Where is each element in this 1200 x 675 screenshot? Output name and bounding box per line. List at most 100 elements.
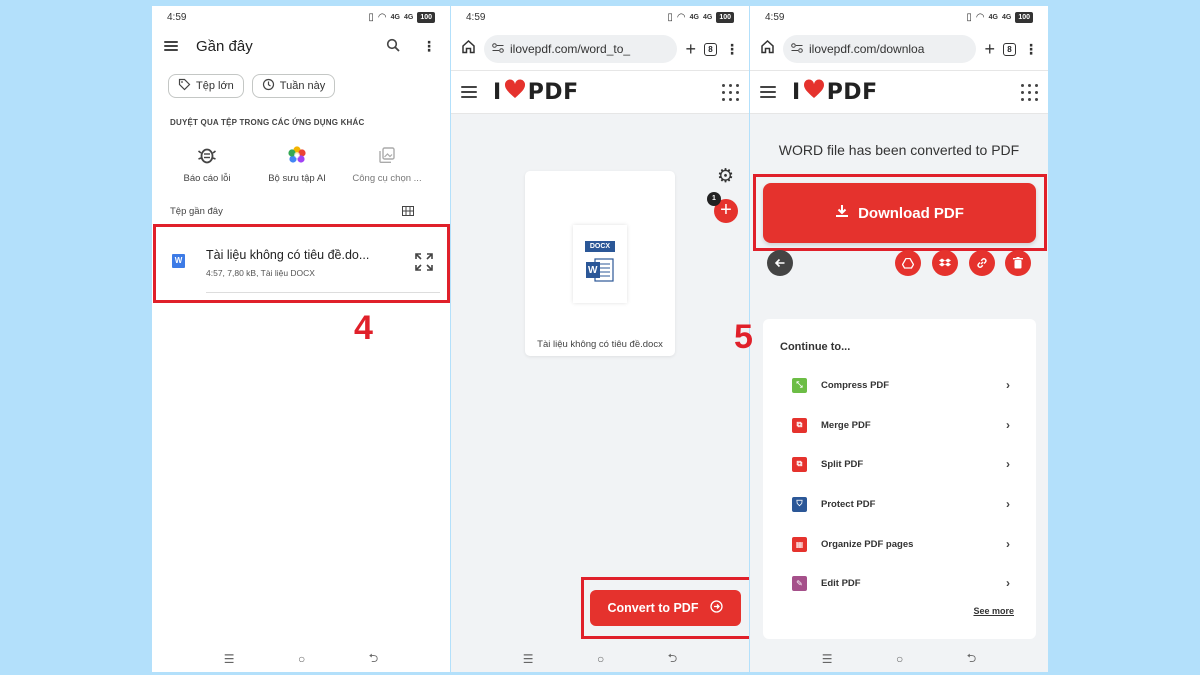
tool-compress-pdf[interactable]: ⤡ Compress PDF › [792, 375, 1010, 395]
signal-icon-2: 4G [403, 13, 414, 21]
dropbox-button[interactable] [932, 250, 958, 276]
google-drive-button[interactable] [895, 250, 921, 276]
back-nav-icon[interactable]: ⮌ [668, 649, 678, 670]
app-bug-report[interactable]: Báo cáo lỗi [162, 143, 252, 184]
section-caption: DUYỆT QUA TỆP TRONG CÁC ỨNG DỤNG KHÁC [170, 118, 365, 127]
share-link-button[interactable] [969, 250, 995, 276]
phone-browser-download: 4:59 ▯ ◠ 4G 4G 100 ilovepdf.com/downloa … [750, 6, 1048, 672]
status-bar: 4:59 ▯ ◠ 4G 4G 100 [152, 6, 450, 28]
tool-split-pdf[interactable]: ⧉ Split PDF › [792, 454, 1010, 474]
tool-protect-pdf[interactable]: ⛉ Protect PDF › [792, 494, 1010, 514]
signal-icon: 4G [390, 13, 400, 21]
home-icon[interactable] [461, 39, 476, 59]
menu-icon[interactable] [164, 41, 178, 51]
vibrate-icon: ▯ [368, 11, 374, 23]
highlight-box-file [153, 224, 450, 303]
pencil-icon: ✎ [792, 575, 807, 591]
home-nav-icon[interactable]: ○ [896, 652, 903, 666]
more-vert-icon[interactable]: ⋮ [420, 38, 438, 55]
app-top-bar: Gần đây ⋮ [152, 28, 450, 64]
home-nav-icon[interactable]: ○ [298, 652, 305, 666]
more-vert-icon[interactable]: ⋮ [725, 41, 739, 58]
tab-switcher[interactable]: 8 [704, 42, 717, 56]
vibrate-icon: ▯ [667, 11, 673, 23]
back-nav-icon[interactable]: ⮌ [369, 649, 379, 670]
heart-icon [803, 79, 825, 105]
apps-grid-icon[interactable] [1021, 83, 1038, 101]
recents-nav-icon[interactable]: ☰ [224, 652, 235, 666]
chevron-right-icon: › [1006, 418, 1010, 432]
heart-icon [504, 79, 526, 105]
delete-button[interactable] [1005, 250, 1031, 276]
recents-nav-icon[interactable]: ☰ [523, 652, 534, 666]
chevron-right-icon: › [1006, 497, 1010, 511]
other-apps-row: Báo cáo lỗi Bộ sưu tập AI Công cụ chọn .… [152, 127, 450, 184]
ilovepdf-logo[interactable]: I PDF [792, 79, 1021, 105]
gear-icon[interactable]: ⚙ [717, 165, 734, 188]
ilovepdf-logo[interactable]: I PDF [493, 79, 722, 105]
more-vert-icon[interactable]: ⋮ [1024, 41, 1038, 58]
chevron-right-icon: › [1006, 537, 1010, 551]
file-count-badge: 1 [707, 192, 721, 206]
chevron-right-icon: › [1006, 378, 1010, 392]
app-picker-tool[interactable]: Công cụ chọn ... [342, 143, 432, 184]
vibrate-icon: ▯ [966, 11, 972, 23]
phone-files-app: 4:59 ▯ ◠ 4G 4G 100 Gần đây ⋮ Tệp lớn Tuầ… [152, 6, 450, 672]
tab-switcher[interactable]: 8 [1003, 42, 1016, 56]
system-nav-bar: ☰ ○ ⮌ [152, 646, 450, 672]
uploaded-file-card[interactable]: DOCX W Tài liệu không có tiêu đề.docx [525, 171, 675, 356]
menu-icon[interactable] [461, 86, 477, 98]
browser-toolbar: ilovepdf.com/downloa + 8 ⋮ [750, 28, 1048, 70]
search-icon[interactable] [384, 38, 402, 55]
url-text: ilovepdf.com/word_to_ [510, 42, 631, 56]
apps-grid-icon[interactable] [722, 83, 739, 101]
flower-icon [252, 143, 342, 167]
browser-toolbar: ilovepdf.com/word_to_ + 8 ⋮ [451, 28, 749, 70]
word-icon: W [585, 257, 615, 288]
status-bar: 4:59 ▯ ◠ 4G 4G 100 [451, 6, 749, 28]
uploaded-file-name: Tài liệu không có tiêu đề.docx [537, 339, 663, 350]
highlight-box-convert [581, 577, 749, 639]
status-time: 4:59 [167, 11, 187, 23]
system-nav-bar: ☰ ○ ⮌ [750, 646, 1048, 672]
site-settings-icon[interactable] [492, 42, 504, 56]
split-icon: ⧉ [792, 456, 807, 472]
site-header: I PDF [750, 70, 1048, 114]
converted-heading: WORD file has been converted to PDF [778, 142, 1020, 158]
bug-icon [162, 143, 252, 167]
tool-edit-pdf[interactable]: ✎ Edit PDF › [792, 573, 1010, 593]
compress-icon: ⤡ [792, 377, 807, 393]
wifi-icon: ◠ [975, 11, 985, 23]
site-header: I PDF [451, 70, 749, 114]
tool-organize-pdf[interactable]: ▦ Organize PDF pages › [792, 534, 1010, 554]
chip-large-files[interactable]: Tệp lớn [168, 74, 244, 98]
back-arrow-button[interactable] [767, 250, 793, 276]
organize-icon: ▦ [792, 536, 807, 552]
see-more-link[interactable]: See more [973, 606, 1014, 616]
battery-icon: 100 [716, 11, 734, 23]
step-number-5: 5 [734, 318, 753, 356]
site-settings-icon[interactable] [791, 42, 803, 56]
continue-to-card: Continue to... ⤡ Compress PDF › ⧉ Merge … [763, 319, 1036, 639]
app-ai-gallery[interactable]: Bộ sưu tập AI [252, 143, 342, 184]
url-text: ilovepdf.com/downloa [809, 42, 925, 56]
new-tab-icon[interactable]: + [685, 39, 696, 60]
grid-view-icon[interactable] [402, 206, 414, 219]
chevron-right-icon: › [1006, 576, 1010, 590]
menu-icon[interactable] [760, 86, 776, 98]
address-bar[interactable]: ilovepdf.com/word_to_ [484, 35, 678, 63]
home-nav-icon[interactable]: ○ [597, 652, 604, 666]
highlight-box-download [753, 174, 1047, 251]
chevron-right-icon: › [1006, 457, 1010, 471]
home-icon[interactable] [760, 39, 775, 59]
back-nav-icon[interactable]: ⮌ [967, 649, 977, 670]
history-icon [262, 78, 275, 94]
chip-this-week[interactable]: Tuần này [251, 74, 336, 98]
address-bar[interactable]: ilovepdf.com/downloa [783, 35, 977, 63]
status-bar: 4:59 ▯ ◠ 4G 4G 100 [750, 6, 1048, 28]
recents-nav-icon[interactable]: ☰ [822, 652, 833, 666]
recent-files-header: Tệp gần đây [152, 184, 450, 219]
wifi-icon: ◠ [676, 11, 686, 23]
new-tab-icon[interactable]: + [984, 39, 995, 60]
tool-merge-pdf[interactable]: ⧉ Merge PDF › [792, 415, 1010, 435]
